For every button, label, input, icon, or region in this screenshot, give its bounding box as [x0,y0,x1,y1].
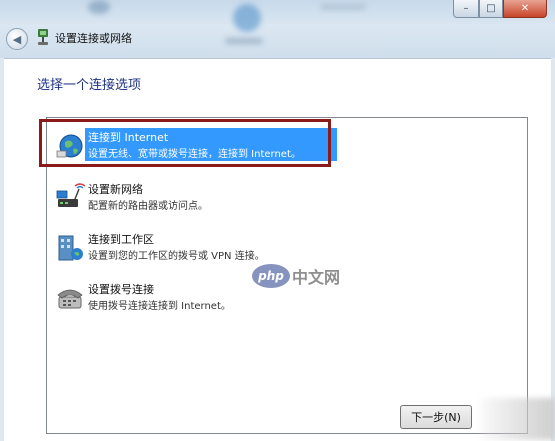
window-controls: – □ ✕ [453,0,547,18]
arrow-left-icon: ◀ [12,32,22,46]
option-setup-network[interactable]: 设置新网络 配置新的路由器或访问点。 [51,180,521,216]
option-description: 设置到您的工作区的拨号或 VPN 连接。 [88,251,265,262]
blurred-background-text [225,38,263,44]
highlight-annotation-frame [39,119,331,167]
minimize-button[interactable]: – [453,0,479,18]
maximize-button[interactable]: □ [479,0,503,18]
watermark: php 中文网 [252,264,340,288]
blurred-background-text [320,4,366,10]
option-title: 设置新网络 [88,183,143,196]
watermark-logo: php [252,264,290,288]
network-wizard-icon [38,29,48,45]
option-title: 连接到工作区 [88,233,154,246]
option-connect-workplace[interactable]: 连接到工作区 设置到您的工作区的拨号或 VPN 连接。 [51,230,521,266]
blurred-background-globe [233,4,261,32]
wizard-content: 选择一个连接选项 连接到 Internet 设置无线、宽带或拨号连接，连接到 I… [4,58,551,441]
back-button[interactable]: ◀ [6,28,28,50]
blurred-corner [480,398,555,440]
window-title: 设置连接或网络 [55,32,132,45]
close-button[interactable]: ✕ [503,0,547,18]
option-title: 设置拨号连接 [88,283,154,296]
next-button[interactable]: 下一步(N) [400,405,472,429]
dialup-phone-icon [57,289,83,309]
page-heading: 选择一个连接选项 [37,78,142,93]
blurred-background-icon [88,0,110,14]
option-description: 配置新的路由器或访问点。 [88,201,208,212]
watermark-text: 中文网 [292,268,341,287]
router-icon [56,183,85,207]
workplace-icon [58,235,83,261]
window-title-area: – □ ✕ ◀ 设置连接或网络 [0,0,555,58]
option-description: 使用拨号连接连接到 Internet。 [88,301,231,312]
